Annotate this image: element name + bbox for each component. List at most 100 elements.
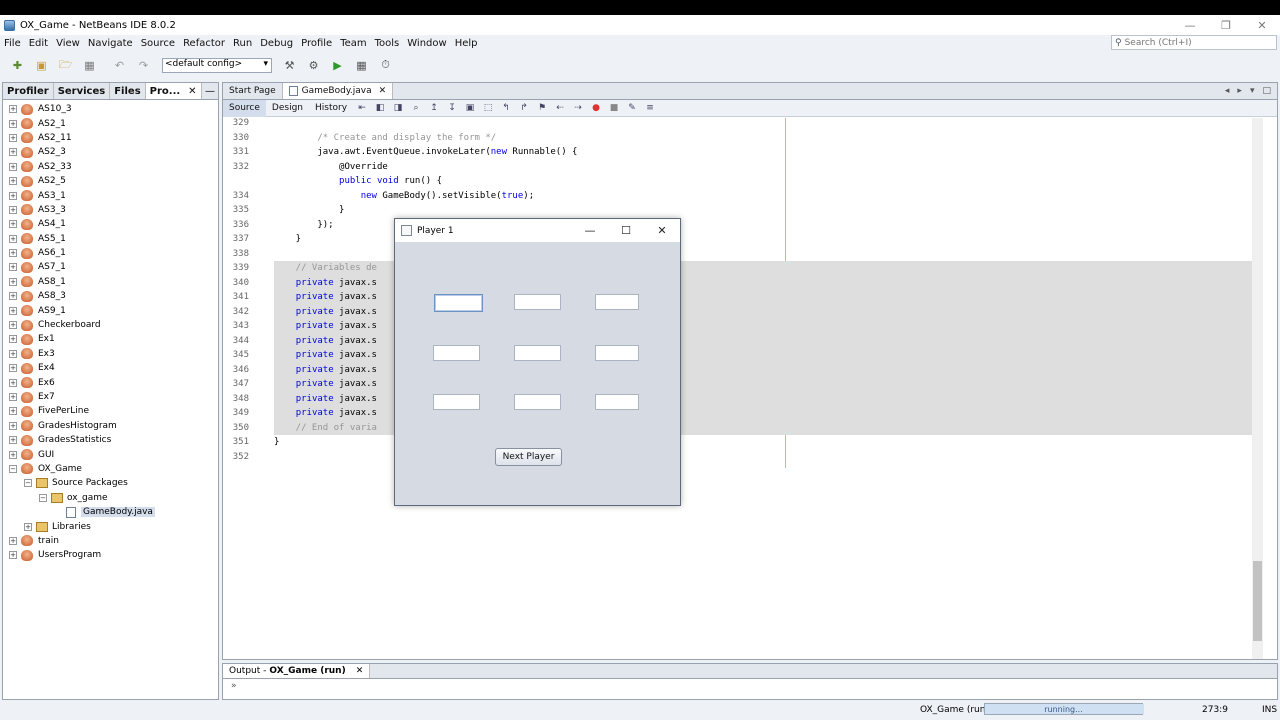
expand-icon[interactable]: +: [9, 133, 17, 142]
redo-icon[interactable]: ↷: [134, 56, 153, 75]
toggle-bookmark-icon[interactable]: ⚑: [535, 102, 549, 114]
close-icon[interactable]: ✕: [356, 666, 364, 676]
debug-icon[interactable]: ▦: [352, 56, 371, 75]
tree-item[interactable]: + AS8_1: [3, 275, 218, 289]
expand-icon[interactable]: +: [9, 205, 17, 214]
collapse-icon[interactable]: −: [39, 493, 47, 502]
expand-icon[interactable]: +: [9, 536, 17, 545]
close-icon[interactable]: ✕: [188, 86, 196, 97]
menu-source[interactable]: Source: [141, 38, 175, 49]
expand-icon[interactable]: +: [9, 421, 17, 430]
view-history[interactable]: History: [309, 100, 353, 117]
menu-window[interactable]: Window: [407, 38, 446, 49]
close-button[interactable]: ✕: [1244, 15, 1280, 35]
tab-services[interactable]: Services: [54, 83, 111, 99]
expand-icon[interactable]: +: [9, 277, 17, 286]
expand-icon[interactable]: +: [9, 119, 17, 128]
expand-icon[interactable]: +: [9, 249, 17, 258]
menu-edit[interactable]: Edit: [29, 38, 48, 49]
stop-macro-icon[interactable]: ■: [607, 102, 621, 114]
build-icon[interactable]: ⚙: [304, 56, 323, 75]
tab-gamebody-java[interactable]: GameBody.java ✕: [282, 83, 394, 99]
menu-refactor[interactable]: Refactor: [183, 38, 225, 49]
dialog-close-button[interactable]: ✕: [644, 219, 680, 242]
tree-item[interactable]: + AS10_3: [3, 102, 218, 116]
tree-item[interactable]: − OX_Game: [3, 462, 218, 476]
forward-icon[interactable]: ◨: [391, 102, 405, 114]
expand-icon[interactable]: +: [9, 263, 17, 272]
tree-item[interactable]: + AS2_5: [3, 174, 218, 188]
tree-item[interactable]: − ox_game: [3, 491, 218, 505]
find-icon[interactable]: ⌕: [409, 102, 423, 114]
tree-item[interactable]: + Ex6: [3, 375, 218, 389]
expand-icon[interactable]: +: [9, 162, 17, 171]
cell-9[interactable]: [595, 394, 639, 410]
menu-help[interactable]: Help: [455, 38, 478, 49]
menu-file[interactable]: File: [4, 38, 21, 49]
expand-icon[interactable]: +: [9, 234, 17, 243]
cell-2[interactable]: [514, 294, 561, 310]
shift-left-icon[interactable]: ⇠: [553, 102, 567, 114]
tree-item[interactable]: + AS2_1: [3, 116, 218, 130]
tab-profiler[interactable]: Profiler: [3, 83, 54, 99]
expand-icon[interactable]: +: [9, 450, 17, 459]
maximize-button[interactable]: ❐: [1208, 15, 1244, 35]
collapse-icon[interactable]: −: [24, 479, 32, 488]
tree-item[interactable]: GameBody.java: [3, 505, 218, 519]
expand-icon[interactable]: +: [9, 407, 17, 416]
expand-icon[interactable]: +: [9, 378, 17, 387]
open-project-icon[interactable]: 🗁: [56, 56, 75, 75]
menu-profile[interactable]: Profile: [301, 38, 332, 49]
tree-item[interactable]: + Libraries: [3, 519, 218, 533]
dialog-minimize-button[interactable]: —: [572, 219, 608, 242]
scroll-left-icon[interactable]: ◂: [1225, 86, 1230, 96]
shift-right-icon[interactable]: ⇢: [571, 102, 585, 114]
record-macro-icon[interactable]: ●: [589, 102, 603, 114]
tree-item[interactable]: − Source Packages: [3, 476, 218, 490]
expand-icon[interactable]: +: [9, 349, 17, 358]
tree-item[interactable]: + AS7_1: [3, 260, 218, 274]
expand-icon[interactable]: +: [9, 177, 17, 186]
menu-debug[interactable]: Debug: [260, 38, 293, 49]
expand-icon[interactable]: +: [9, 292, 17, 301]
code-area[interactable]: 329 330 /* Create and display the form *…: [223, 118, 1253, 659]
expand-icon[interactable]: +: [9, 148, 17, 157]
uncomment-icon[interactable]: ≡: [643, 102, 657, 114]
next-player-button[interactable]: Next Player: [495, 448, 562, 466]
tree-item[interactable]: + AS9_1: [3, 303, 218, 317]
view-design[interactable]: Design: [266, 100, 309, 117]
collapse-icon[interactable]: −: [9, 464, 17, 473]
search-box[interactable]: ⚲: [1111, 35, 1277, 50]
highlight-icon[interactable]: ▣: [463, 102, 477, 114]
tree-item[interactable]: + AS4_1: [3, 217, 218, 231]
clean-build-icon[interactable]: ⚒: [280, 56, 299, 75]
comment-icon[interactable]: ✎: [625, 102, 639, 114]
scroll-right-icon[interactable]: ▸: [1237, 86, 1242, 96]
cell-5[interactable]: [514, 345, 561, 361]
tree-item[interactable]: + AS2_33: [3, 160, 218, 174]
scrollbar-thumb[interactable]: [1253, 561, 1262, 641]
tab-projects[interactable]: Pro... ✕: [145, 83, 202, 99]
config-select[interactable]: <default config> ▾: [162, 57, 272, 73]
tree-item[interactable]: + Ex3: [3, 347, 218, 361]
chevron-down-icon[interactable]: ▾: [1250, 86, 1255, 96]
cell-4[interactable]: [433, 345, 480, 361]
expand-icon[interactable]: +: [9, 321, 17, 330]
expand-icon[interactable]: +: [9, 436, 17, 445]
profile-icon[interactable]: ⏱: [376, 56, 395, 75]
expand-icon[interactable]: +: [24, 522, 32, 531]
output-chevron-icon[interactable]: »: [223, 679, 1277, 693]
cell-1[interactable]: [434, 294, 483, 312]
expand-icon[interactable]: +: [9, 551, 17, 560]
tree-item[interactable]: + GUI: [3, 447, 218, 461]
run-icon[interactable]: ▶: [328, 56, 347, 75]
cell-7[interactable]: [433, 394, 480, 410]
save-all-icon[interactable]: ▦: [80, 56, 99, 75]
tree-item[interactable]: + AS2_3: [3, 145, 218, 159]
tree-item[interactable]: + AS3_1: [3, 188, 218, 202]
tree-item[interactable]: + AS2_11: [3, 131, 218, 145]
expand-icon[interactable]: +: [9, 306, 17, 315]
next-bookmark-icon[interactable]: ↱: [517, 102, 531, 114]
tab-files[interactable]: Files: [110, 83, 146, 99]
expand-icon[interactable]: +: [9, 191, 17, 200]
